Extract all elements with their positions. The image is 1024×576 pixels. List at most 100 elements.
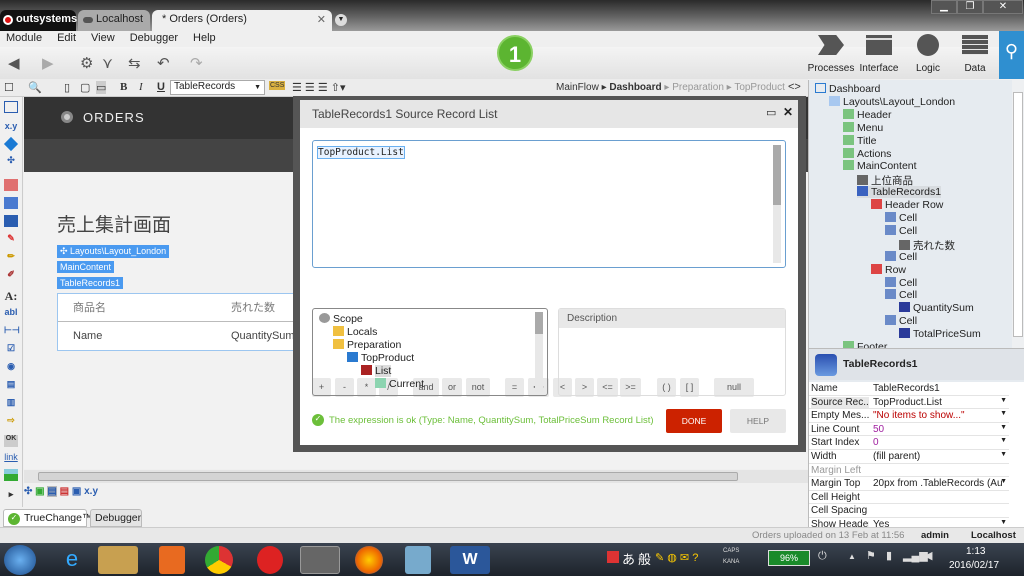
property-row[interactable]: Line Count 50 ▼ <box>809 422 1009 437</box>
ime-tools-icons[interactable]: ✎ ◍ ✉ ? <box>655 551 698 564</box>
menu-debugger[interactable]: Debugger <box>130 32 178 44</box>
placeholder-icon[interactable]: ▣ <box>35 486 44 497</box>
restore-button[interactable]: ❐ <box>957 0 983 14</box>
list-box-widget-icon[interactable]: ▥ <box>4 397 18 409</box>
word-icon[interactable]: W <box>450 546 490 574</box>
range-widget-icon[interactable]: ⊢⊣ <box>4 325 20 337</box>
property-value[interactable]: "No items to show..." <box>873 410 1003 421</box>
interface-icon[interactable] <box>866 35 892 55</box>
menu-view[interactable]: View <box>91 32 115 44</box>
tree-node[interactable]: Title <box>843 134 876 147</box>
tablet-icon[interactable]: ▢ <box>80 81 90 94</box>
flag-icon[interactable]: ⚑ <box>866 549 876 562</box>
table-records[interactable]: 商品名 売れた数 Name QuantitySum <box>57 293 317 351</box>
chevron-down-icon[interactable]: ▼ <box>1000 519 1007 526</box>
clock-time[interactable]: 1:13 <box>966 546 985 557</box>
scope-tree[interactable]: Scope Locals Preparation TopProduct List Curr… <box>312 308 548 396</box>
minimize-button[interactable]: ▁ <box>931 0 957 14</box>
tree-node[interactable]: Cell <box>885 212 917 224</box>
upload-widget-icon[interactable]: ⇨ <box>4 415 18 427</box>
forward-icon[interactable]: ▶ <box>42 54 54 72</box>
property-row[interactable]: Cell Spacing <box>809 504 1009 518</box>
data-icon[interactable] <box>962 35 988 55</box>
data-label[interactable]: Data <box>950 63 1000 74</box>
show-hidden-icons[interactable]: ▲ <box>848 552 856 561</box>
property-value[interactable]: Yes <box>873 519 1003 527</box>
css-button[interactable]: CSS <box>269 81 286 90</box>
tree-node[interactable]: TotalPriceSum <box>899 328 981 340</box>
volume-muted-icon[interactable]: ◀ <box>924 549 932 562</box>
text-widget-icon[interactable]: A: <box>4 289 18 303</box>
tree-node[interactable]: Cell <box>885 315 917 327</box>
redo-icon[interactable]: ↷ <box>190 54 203 72</box>
outsystems-logo[interactable]: outsystems <box>0 10 77 31</box>
table-records-widget-icon[interactable] <box>4 197 18 209</box>
property-row[interactable]: Show Header Yes ▼ <box>809 518 1009 527</box>
zoom-icon[interactable]: 🔍 <box>28 81 42 94</box>
scope-tree-item[interactable]: List <box>361 365 392 377</box>
tree-node[interactable]: Cell <box>885 250 917 263</box>
close-icon[interactable]: ✕ <box>783 105 793 119</box>
gear-icon[interactable]: ⚙ <box>80 54 93 72</box>
property-row[interactable]: Start Index 0 ▼ <box>809 436 1009 450</box>
radio-widget-icon[interactable]: ◉ <box>4 361 18 373</box>
cell-icon[interactable]: ▣ <box>72 486 81 497</box>
tree-node[interactable]: Menu <box>843 121 883 134</box>
ime-dictionary[interactable]: 般 <box>638 549 651 568</box>
interface-label[interactable]: Interface <box>854 63 904 74</box>
menu-edit[interactable]: Edit <box>57 32 76 44</box>
chevron-down-icon[interactable]: ▼ <box>1000 437 1007 444</box>
battery-indicator[interactable]: 96% <box>768 550 810 566</box>
link-widget-icon[interactable]: link <box>4 452 18 464</box>
property-row[interactable]: Source Rec... TopProduct.List ▼ <box>809 395 1009 410</box>
tree-node[interactable]: Dashboard <box>815 83 880 95</box>
block-widget-icon[interactable]: ✣ <box>4 155 18 167</box>
tree-node[interactable]: Header Row <box>871 199 943 211</box>
chevron-down-icon[interactable]: ▼ <box>1000 478 1007 485</box>
scope-tree-item[interactable]: Preparation <box>333 339 401 351</box>
power-icon[interactable]: ▮ <box>886 549 892 562</box>
property-row[interactable]: Empty Mes... "No items to show..." ▼ <box>809 409 1009 423</box>
ime-mode[interactable]: あ <box>622 549 635 568</box>
tree-node[interactable]: Row <box>871 263 906 276</box>
tree-node[interactable]: Header <box>843 108 891 121</box>
server-name[interactable]: Localhost <box>971 530 1016 541</box>
property-value[interactable]: TopProduct.List <box>873 397 1003 408</box>
property-value[interactable]: TableRecords1 <box>873 383 1003 394</box>
close-button[interactable]: ✕ <box>983 0 1023 14</box>
ie-icon[interactable]: e <box>52 546 92 574</box>
tree-node[interactable]: Layouts\Layout_London <box>829 95 955 108</box>
button-widget-icon[interactable]: OK <box>4 435 18 447</box>
tablerecords-tag[interactable]: TableRecords1 <box>57 277 124 289</box>
chevron-down-icon[interactable]: ▼ <box>1000 410 1007 417</box>
horizontal-scrollbar[interactable] <box>24 470 808 483</box>
explorer-icon[interactable] <box>98 546 138 574</box>
chevron-down-icon[interactable]: ▼ <box>1000 397 1007 404</box>
select-icon[interactable]: ☐ <box>4 81 14 94</box>
help-button[interactable]: HELP <box>730 409 786 433</box>
undo-icon[interactable]: ↶ <box>157 54 170 72</box>
block-icon[interactable]: ✣ <box>24 486 32 497</box>
breadcrumb-topproduct[interactable]: TopProduct <box>734 82 785 93</box>
scrollbar-thumb[interactable] <box>773 145 781 205</box>
processes-label[interactable]: Processes <box>806 63 856 74</box>
tree-node[interactable]: MainContent <box>843 160 917 172</box>
style-class-select[interactable]: TableRecords ▼ <box>170 80 265 95</box>
power-plug-icon[interactable]: ⏻ <box>818 550 827 563</box>
tree-node[interactable]: QuantitySum <box>899 302 974 314</box>
property-row[interactable]: Name TableRecords1 <box>809 382 1009 396</box>
firefox-icon[interactable] <box>355 546 383 574</box>
scrollbar-thumb[interactable] <box>38 472 738 481</box>
layout-tag[interactable]: ✣ Layouts\Layout_London <box>57 245 170 258</box>
list-records-widget-icon[interactable] <box>4 215 18 227</box>
bold-icon[interactable]: B <box>120 81 127 93</box>
app-icon[interactable] <box>257 546 283 574</box>
scope-tree-item[interactable]: Locals <box>333 326 377 338</box>
if-widget-icon[interactable] <box>3 136 19 152</box>
desktop-icon[interactable]: ▭ <box>96 81 107 94</box>
property-value[interactable]: (fill parent) <box>873 451 1003 462</box>
breadcrumb-preparation[interactable]: Preparation <box>672 82 724 93</box>
close-tab-icon[interactable]: ✕ <box>317 13 326 26</box>
checkbox-widget-icon[interactable]: ☑ <box>4 343 18 355</box>
align-icons[interactable]: ☰ ☰ ☰ ⇧▾ <box>292 81 346 94</box>
